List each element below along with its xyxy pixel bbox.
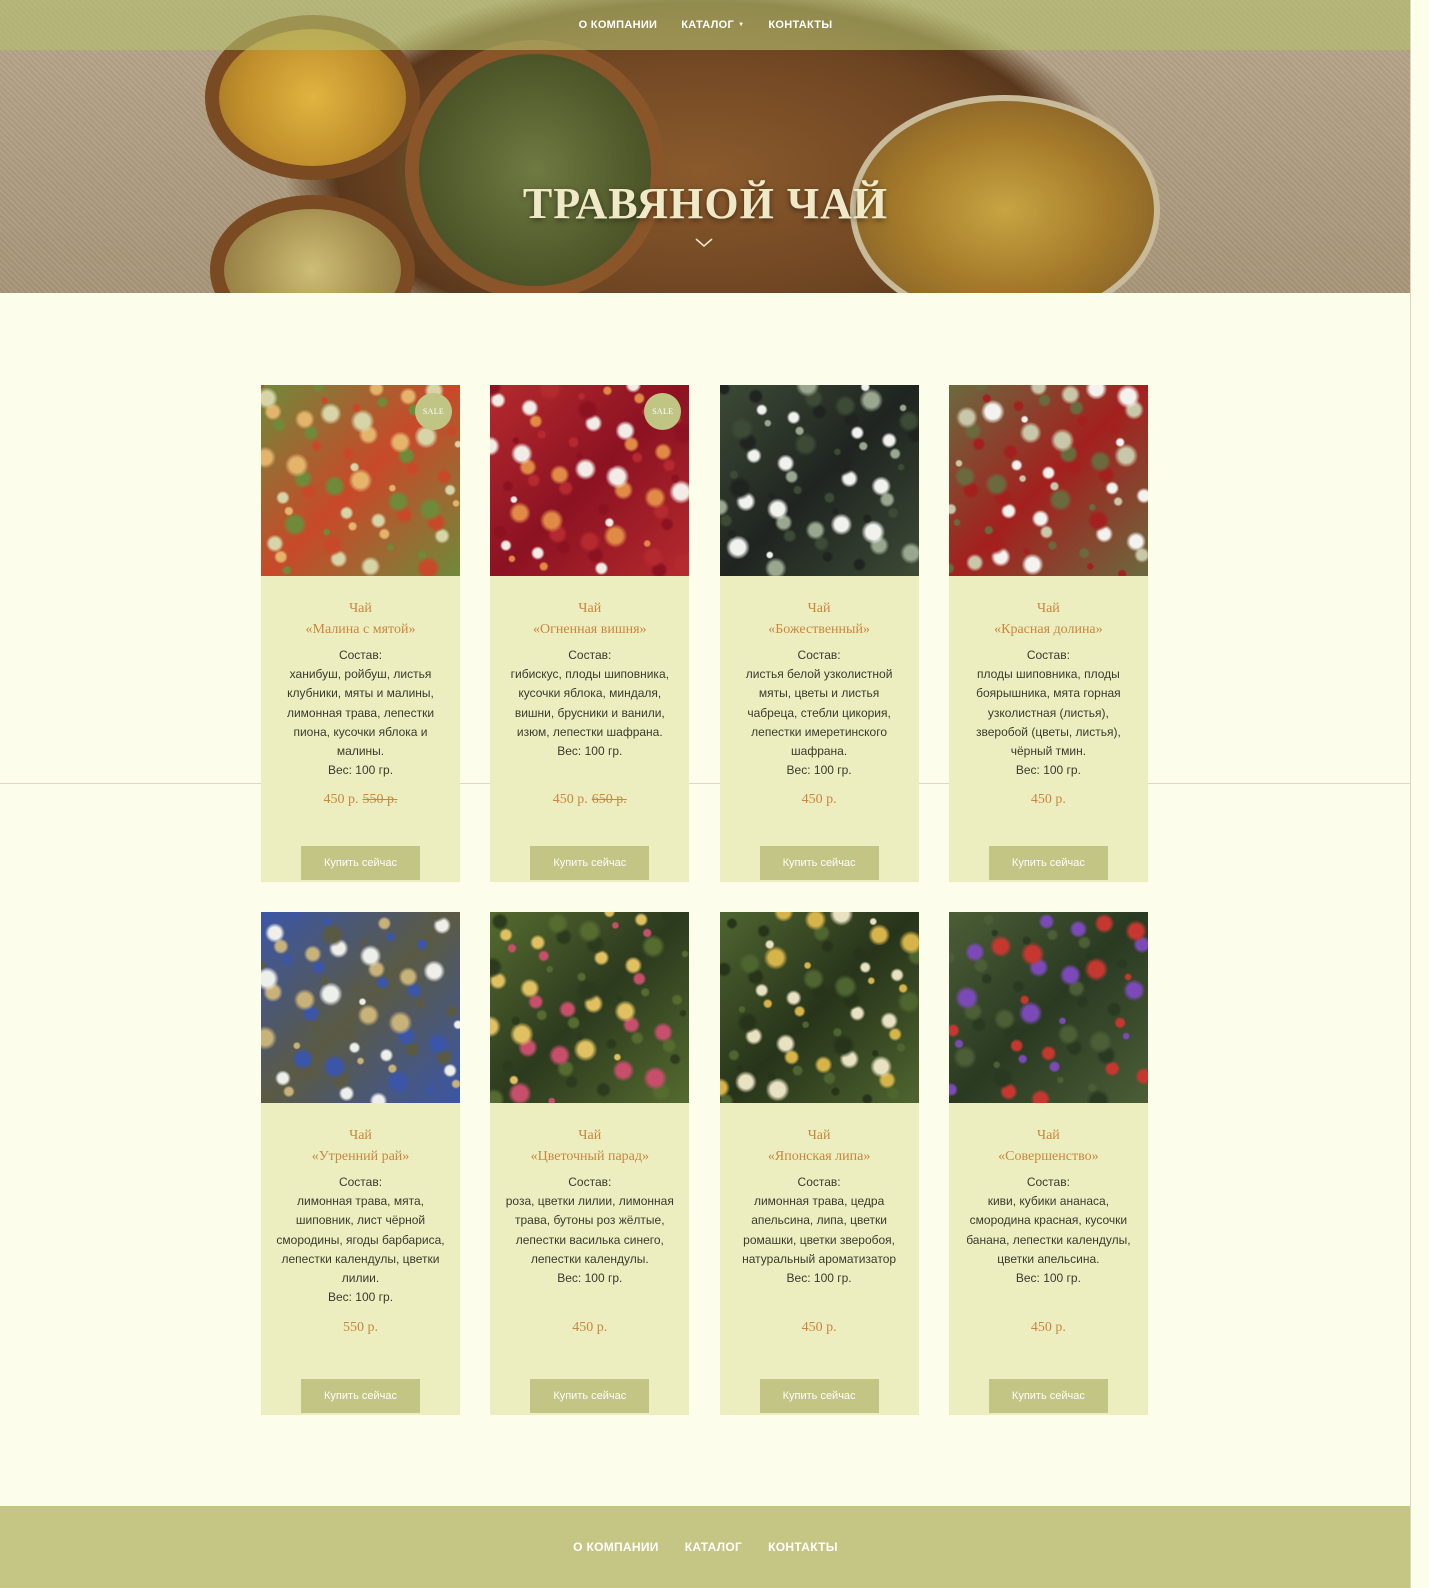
page-edge xyxy=(1410,0,1411,1588)
old-price: 550 р. xyxy=(362,792,398,807)
product-card: Чай «Японская липа» Состав: лимонная тра… xyxy=(719,912,919,1415)
product-composition: Состав: киви, кубики ананаса, смородина … xyxy=(963,1173,1133,1288)
nav-item-about[interactable]: О КОМПАНИИ xyxy=(579,19,658,31)
product-title[interactable]: Чай «Цветочный парад» xyxy=(531,1125,649,1167)
buy-now-button[interactable]: Купить сейчас xyxy=(301,1379,420,1413)
buy-now-button[interactable]: Купить сейчас xyxy=(988,1379,1108,1413)
product-price: 450 р. 550 р. xyxy=(323,792,398,807)
product-weight: Вес: 100 гр. xyxy=(786,763,852,778)
sale-badge: SALE xyxy=(415,393,452,430)
product-title[interactable]: Чай «Огненная вишня» xyxy=(533,598,647,640)
buy-now-button[interactable]: Купить сейчас xyxy=(530,1379,650,1413)
product-title[interactable]: Чай «Малина с мятой» xyxy=(306,598,416,640)
product-title[interactable]: Чай «Совершенство» xyxy=(998,1125,1098,1167)
product-weight: Вес: 100 гр. xyxy=(557,1271,623,1286)
product-grid: SALE Чай «Малина с мятой» Состав: ханибу… xyxy=(261,385,1148,1415)
product-card: SALE Чай «Огненная вишня» Состав: гибиск… xyxy=(490,385,690,882)
product-card: Чай «Совершенство» Состав: киви, кубики … xyxy=(948,912,1148,1415)
product-composition: Состав: листья белой узколистной мяты, ц… xyxy=(734,646,904,780)
product-weight: Вес: 100 гр. xyxy=(557,744,623,759)
hero-title: ТРАВЯНОЙ ЧАЙ xyxy=(522,179,889,228)
buy-now-button[interactable]: Купить сейчас xyxy=(530,846,650,880)
product-price: 450 р. xyxy=(572,1320,608,1335)
hero-banner: О КОМПАНИИ КАТАЛОГ ▼ КОНТАКТЫ ТРАВЯНОЙ ЧА… xyxy=(0,0,1411,293)
product-card: Чай «Утренний рай» Состав: лимонная трав… xyxy=(261,912,460,1415)
product-price: 450 р. xyxy=(1030,792,1066,807)
product-composition: Состав: лимонная трава, цедра апельсина,… xyxy=(734,1173,904,1288)
product-image[interactable]: SALE xyxy=(261,385,460,576)
product-composition: Состав: ханибуш, ройбуш, листья клубники… xyxy=(276,646,446,780)
product-composition: Состав: плоды шиповника, плоды боярышник… xyxy=(963,646,1133,780)
product-price: 450 р. xyxy=(1030,1320,1066,1335)
product-price: 550 р. xyxy=(343,1320,378,1335)
old-price: 650 р. xyxy=(591,792,627,807)
product-card: Чай «Красная долина» Состав: плоды шипов… xyxy=(948,385,1148,882)
buy-now-button[interactable]: Купить сейчас xyxy=(988,846,1108,880)
product-price: 450 р. xyxy=(801,792,837,807)
product-weight: Вес: 100 гр. xyxy=(1015,763,1081,778)
herb-bowl-image xyxy=(405,40,665,293)
product-title[interactable]: Чай «Божественный» xyxy=(768,598,870,640)
product-composition: Состав: гибискус, плоды шиповника, кусоч… xyxy=(505,646,675,761)
buy-now-button[interactable]: Купить сейчас xyxy=(759,1379,879,1413)
product-image[interactable] xyxy=(719,385,919,576)
product-image[interactable]: SALE xyxy=(490,385,690,576)
footer-item-catalog[interactable]: КАТАЛОГ xyxy=(685,1540,742,1554)
buy-now-button[interactable]: Купить сейчас xyxy=(301,846,420,880)
caret-down-icon: ▼ xyxy=(738,22,745,28)
product-image[interactable] xyxy=(948,385,1148,576)
product-price: 450 р. xyxy=(801,1320,837,1335)
product-image[interactable] xyxy=(719,912,919,1103)
product-image[interactable] xyxy=(948,912,1148,1103)
product-card: SALE Чай «Малина с мятой» Состав: ханибу… xyxy=(261,385,460,882)
nav-item-catalog[interactable]: КАТАЛОГ ▼ xyxy=(681,19,744,31)
product-card: Чай «Цветочный парад» Состав: роза, цвет… xyxy=(490,912,690,1415)
footer-item-contacts[interactable]: КОНТАКТЫ xyxy=(768,1540,838,1554)
product-image[interactable] xyxy=(261,912,460,1103)
product-title[interactable]: Чай «Утренний рай» xyxy=(312,1125,410,1167)
top-navigation: О КОМПАНИИ КАТАЛОГ ▼ КОНТАКТЫ xyxy=(0,0,1411,50)
chevron-down-icon[interactable] xyxy=(695,238,713,248)
product-composition: Состав: роза, цветки лилии, лимонная тра… xyxy=(505,1173,675,1288)
product-weight: Вес: 100 гр. xyxy=(327,1290,394,1305)
nav-item-contacts[interactable]: КОНТАКТЫ xyxy=(768,19,832,31)
product-weight: Вес: 100 гр. xyxy=(786,1271,852,1286)
product-weight: Вес: 100 гр. xyxy=(1015,1271,1081,1286)
sale-badge: SALE xyxy=(644,393,682,430)
footer-navigation: О КОМПАНИИ КАТАЛОГ КОНТАКТЫ xyxy=(0,1506,1411,1588)
product-image[interactable] xyxy=(490,912,690,1103)
product-title[interactable]: Чай «Японская липа» xyxy=(768,1125,870,1167)
product-composition: Состав: лимонная трава, мята, шиповник, … xyxy=(276,1173,446,1307)
product-price: 450 р. 650 р. xyxy=(552,792,627,807)
buy-now-button[interactable]: Купить сейчас xyxy=(759,846,879,880)
product-weight: Вес: 100 гр. xyxy=(327,763,394,778)
product-title[interactable]: Чай «Красная долина» xyxy=(994,598,1103,640)
footer-item-about[interactable]: О КОМПАНИИ xyxy=(573,1540,659,1554)
product-card: Чай «Божественный» Состав: листья белой … xyxy=(719,385,919,882)
